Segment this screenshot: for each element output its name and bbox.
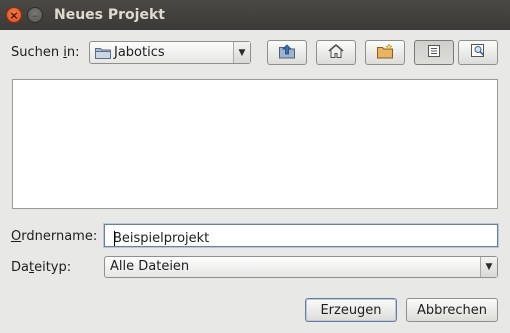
look-in-value: Jabotics bbox=[114, 45, 165, 60]
up-one-level-button[interactable] bbox=[267, 40, 307, 65]
title-bar: × – Neues Projekt bbox=[0, 0, 510, 30]
new-folder-button[interactable] bbox=[365, 40, 405, 65]
list-view-icon bbox=[427, 44, 441, 62]
file-type-value: Alle Dateien bbox=[110, 259, 190, 274]
close-window-button[interactable]: × bbox=[6, 7, 22, 23]
window-title: Neues Projekt bbox=[54, 7, 165, 23]
look-in-label: Suchen in: bbox=[11, 45, 80, 60]
close-icon: × bbox=[9, 8, 19, 22]
list-view-button[interactable] bbox=[414, 40, 454, 65]
look-in-combobox[interactable]: Jabotics ▼ bbox=[89, 41, 251, 64]
cancel-button[interactable]: Abbrechen bbox=[406, 298, 498, 322]
folder-name-value: Beispielprojekt bbox=[113, 231, 210, 246]
chevron-down-icon[interactable]: ▼ bbox=[233, 42, 250, 63]
chevron-down-icon[interactable]: ▼ bbox=[480, 257, 497, 277]
file-type-label: Dateityp: bbox=[11, 260, 72, 275]
home-icon bbox=[327, 43, 345, 63]
details-view-icon bbox=[470, 43, 486, 62]
home-button[interactable] bbox=[316, 40, 356, 65]
folder-icon bbox=[95, 46, 111, 63]
new-folder-icon bbox=[376, 42, 394, 63]
text-caret bbox=[114, 231, 115, 246]
folder-up-icon bbox=[278, 43, 296, 63]
file-type-combobox[interactable]: Alle Dateien ▼ bbox=[104, 256, 498, 278]
minimize-window-button[interactable]: – bbox=[27, 7, 43, 23]
create-button[interactable]: Erzeugen bbox=[305, 298, 397, 322]
details-view-button[interactable] bbox=[458, 40, 498, 65]
folder-name-label: Ordnername: bbox=[11, 229, 98, 244]
file-list[interactable] bbox=[12, 79, 498, 209]
minimize-icon: – bbox=[32, 8, 38, 22]
folder-name-input[interactable]: Beispielprojekt bbox=[104, 224, 498, 247]
